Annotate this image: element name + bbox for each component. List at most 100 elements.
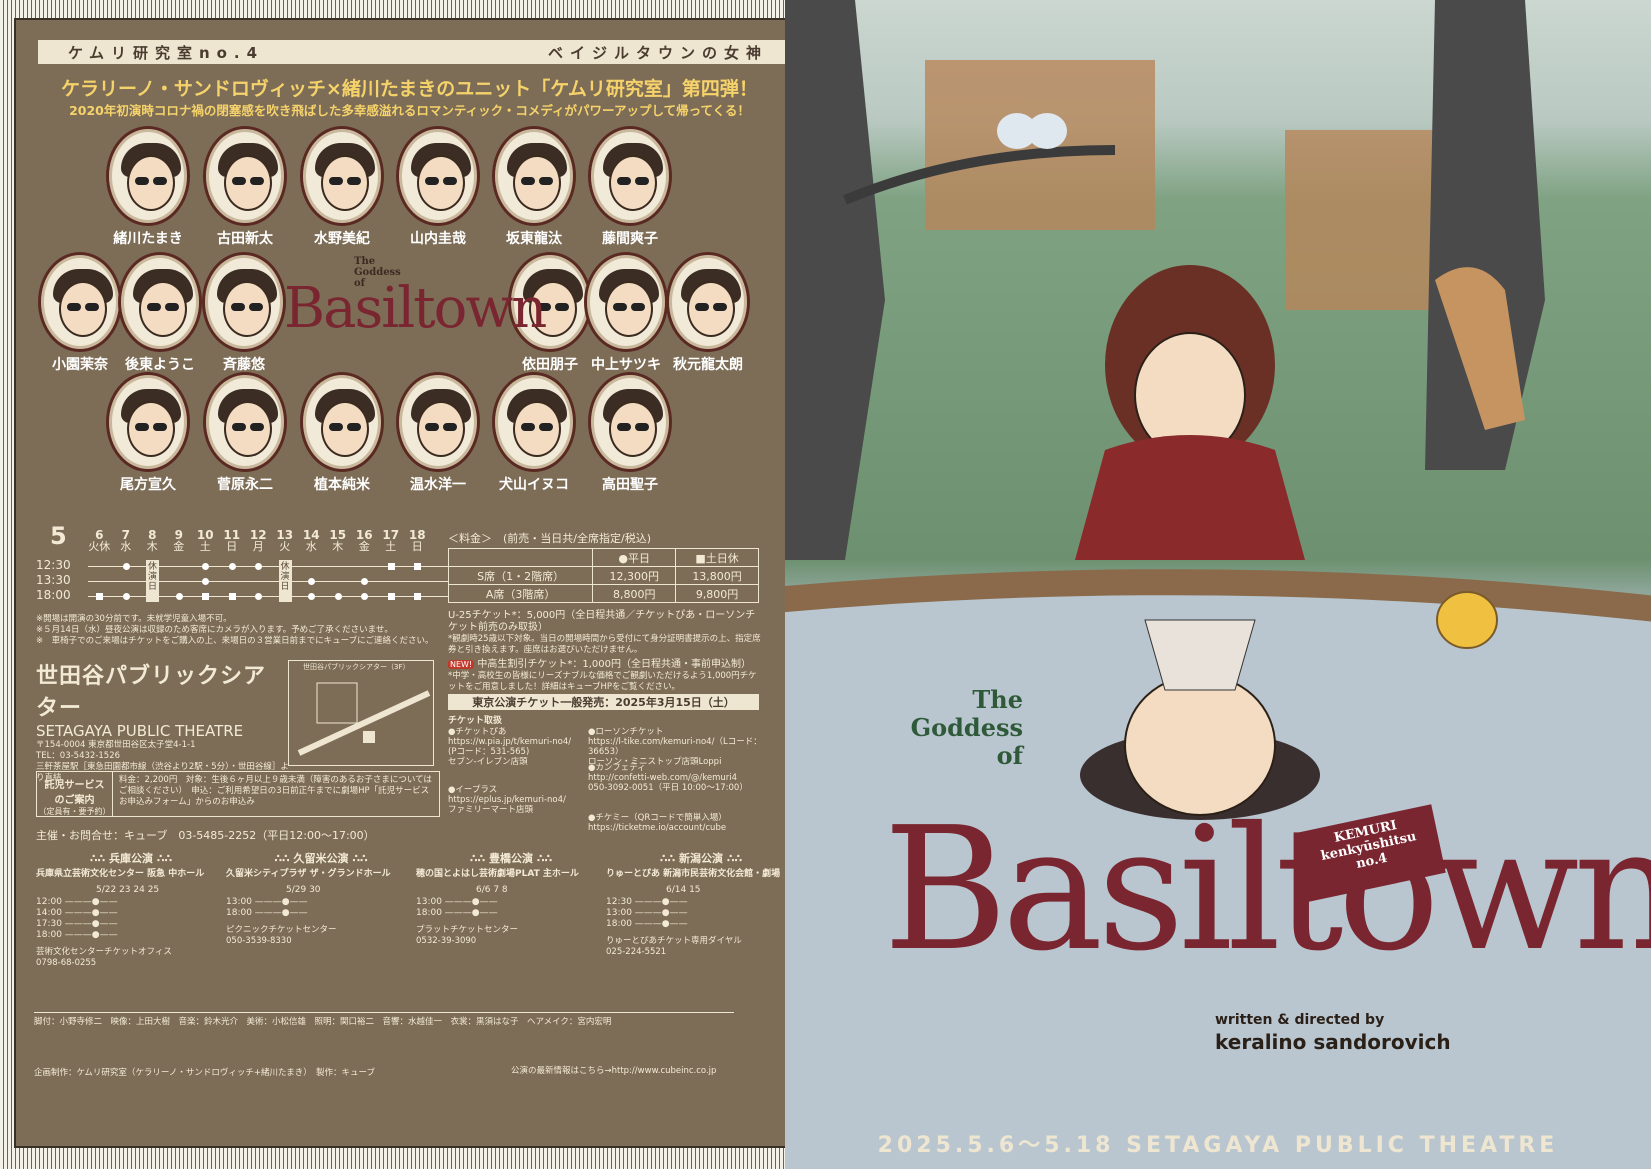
tour-dates: 6/14 15 <box>666 885 701 895</box>
performance-mark <box>122 563 130 570</box>
schedule-day: 8木 <box>146 528 158 553</box>
tour-time: 14:00 ———●—— <box>36 908 118 918</box>
cast-portrait: 犬山イヌコ <box>490 372 578 494</box>
rest-day-label: 休演日 <box>278 560 292 602</box>
portrait-illustration <box>396 372 480 472</box>
tour-contact: 芸術文化センターチケットオフィス 0798-68-0255 <box>36 947 172 968</box>
ticket-outlet[interactable]: ●イープラス https://eplus.jp/kemuri-no4/ ファミリ… <box>448 785 586 815</box>
performance-mark <box>202 563 209 570</box>
tour-venue: りゅーとぴあ 新潟市民芸術文化会館・劇場 <box>606 869 781 879</box>
ticket-outlet[interactable]: ●カンフェティ http://confetti-web.com/@/kemuri… <box>588 763 764 793</box>
cast-portrait: 中上サツキ <box>582 252 670 374</box>
ticket-outlet[interactable]: ●チケットぴあ https://w.pia.jp/t/kemuri-no4/ (… <box>448 727 586 767</box>
poster-art: The Goddess of Basiltown KEMURI kenkyūsh… <box>785 0 1651 1169</box>
student-note: *中学・高校生の皆様にリーズナブルな価格でご観劇いただけるよう1,000円チケッ… <box>448 671 757 692</box>
portrait-illustration <box>492 372 576 472</box>
portrait-illustration <box>203 126 287 226</box>
schedule: 5 6 火休 7 水 8 木 9 金 10 土 11 日 12 月 13 火 14 水 15 木 16 金 17 土 18 日 1… <box>36 522 448 610</box>
schedule-days: 6 火休 7 水 8 木 9 金 10 土 11 日 12 月 13 火 14 水 15 木 16 金 17 土 18 日 <box>86 528 431 553</box>
performance-mark <box>414 593 421 600</box>
schedule-day: 16 金 <box>355 528 373 553</box>
tour-block: ∴∴ 新潟公演 ∴∴ りゅーとぴあ 新潟市民芸術文化会館・劇場 6/14 15 12:… <box>606 850 796 958</box>
ticket-outlet[interactable]: ●チケミー（QRコードで簡単入場） https://ticketme.io/ac… <box>588 813 764 833</box>
tickets-title: チケット取扱 <box>448 716 503 726</box>
banner-right: ベイジルタウンの女神 <box>547 43 768 62</box>
ticket-outlet[interactable]: ●ローソンチケット https://l-tike.com/kemuri-no4/… <box>588 727 764 767</box>
performance-mark <box>255 593 262 600</box>
portrait-illustration <box>584 252 668 352</box>
director-name: keralino sandorovich <box>1215 1030 1451 1054</box>
cast-portrait: 古田新太 <box>201 126 289 248</box>
portrait-illustration <box>106 372 190 472</box>
subline: 2020年初演時コロナ禍の閉塞感を吹き飛ばした多幸感溢れるロマンティック・コメデ… <box>69 103 750 118</box>
portrait-illustration <box>588 126 672 226</box>
u25-block: U-25チケット*：5,000円（全日程共通／チケットぴあ・ローソンチケット前売… <box>448 610 764 693</box>
cast-name: 菅原永二 <box>217 477 273 493</box>
performance-mark <box>387 563 395 570</box>
performance-mark <box>175 593 183 600</box>
price-table: ●平日 ■土日休 S席（1・2階席） 12,300円 13,800円 A席（3階席） 8… <box>447 548 759 603</box>
cast-portrait: 温水洋一 <box>394 372 482 494</box>
tour-name: ∴∴ 新潟公演 ∴∴ <box>659 852 743 865</box>
venue-map: 世田谷パブリックシアター（3F） <box>288 660 434 766</box>
tour-block: ∴∴ 豊橋公演 ∴∴ 穂の国とよはし芸術劇場PLAT 主ホール 6/6 7 8 13:… <box>416 850 606 947</box>
cast-portrait: 水野美紀 <box>298 126 386 248</box>
note-line: ※開場は開演の30分前です。未就学児童入場不可。 <box>36 614 232 624</box>
price-col-weekday: ●平日 <box>592 548 677 567</box>
price-row-a: A席（3階席） <box>447 584 594 603</box>
cast-portrait: 山内圭哉 <box>394 126 482 248</box>
cast-name: 中上サツキ <box>591 357 661 373</box>
performance-mark <box>361 593 368 600</box>
cast-portrait: 緒川たまき <box>104 126 192 248</box>
performance-mark <box>387 593 395 600</box>
footer-dates: 2025.5.6～5.18 SETAGAYA PUBLIC THEATRE <box>877 1133 1559 1158</box>
tour-venue: 穂の国とよはし芸術劇場PLAT 主ホール <box>416 869 579 879</box>
cast-name: 犬山イヌコ <box>499 477 569 493</box>
cast-portrait: 植本純米 <box>298 372 386 494</box>
cast-portrait: 斉藤悠 <box>200 252 288 374</box>
tour-time: 17:30 ———●—— <box>36 919 118 929</box>
tour-time: 13:00 ———●—— <box>416 897 498 907</box>
info-panel: ケムリ研究室no.4 ベイジルタウンの女神 ケラリーノ・サンドロヴィッチ×緒川た… <box>14 18 805 1148</box>
forest-illustration <box>785 0 1651 1169</box>
cast-portrait: 坂東龍汰 <box>490 126 578 248</box>
portrait-illustration <box>492 126 576 226</box>
tour-time: 12:30 ———●—— <box>606 897 688 907</box>
portrait-illustration <box>106 126 190 226</box>
tour-name: ∴∴ 久留米公演 ∴∴ <box>274 852 368 865</box>
banner-left: ケムリ研究室no.4 <box>68 43 265 62</box>
schedule-time: 18:00 <box>36 588 71 602</box>
new-badge: NEW! <box>448 660 475 669</box>
portrait-illustration <box>38 252 122 352</box>
tour-dates: 5/29 30 <box>286 885 321 895</box>
tour-time: 18:00 ———●—— <box>36 930 118 940</box>
tour-contact: プラットチケットセンター 0532-39-3090 <box>416 925 519 946</box>
contact: 主催・お問合せ：キューブ 03-5485-2252（平日12:00～17:00） <box>36 829 375 842</box>
title-main: Basiltown <box>883 791 1651 989</box>
performance-mark <box>202 593 209 600</box>
price-col-weekend: ■土日休 <box>675 548 759 567</box>
schedule-line <box>88 581 448 582</box>
performance-mark <box>228 593 236 600</box>
cast-portrait: 後東ようこ <box>116 252 204 374</box>
cast-name: 尾方宣久 <box>120 477 176 493</box>
tour-venue: 久留米シティプラザ ザ・グランドホール <box>226 869 391 879</box>
performance-mark <box>361 578 368 585</box>
staff-line: 脚付：小野寺修二 映像：上田大樹 音楽：鈴木光介 美術：小松信雄 照明：関口裕二… <box>34 1017 612 1027</box>
ticket-outlets: チケット取扱 ●チケットぴあ https://w.pia.jp/t/kemuri… <box>448 716 764 847</box>
schedule-day: 10 土 <box>196 528 214 553</box>
performance-mark <box>308 578 315 585</box>
tour-time: 13:00 ———●—— <box>606 908 688 918</box>
tour-contact: ピクニックチケットセンター 050-3539-8330 <box>226 925 337 946</box>
u25-note: *観劇時25歳以下対象。当日の開場時間から受付にて身分証明書提示の上、指定席券と… <box>448 634 761 655</box>
child-service: 託児サービス のご案内 （定員有・要予約） 料金：2,200円 対象：生後６ヶ月以… <box>36 771 440 817</box>
cast-name: 依田朋子 <box>522 357 578 373</box>
cast-name: 水野美紀 <box>314 231 370 247</box>
cast-name: 温水洋一 <box>410 477 466 493</box>
performance-mark <box>228 563 236 570</box>
notes: ※開場は開演の30分前です。未就学児童入場不可。 ※５月14日（水）昼夜公演は収録… <box>36 614 436 647</box>
tour-name: ∴∴ 豊橋公演 ∴∴ <box>469 852 553 865</box>
schedule-day: 9金 <box>173 528 185 553</box>
tour-time: 18:00 ———●—— <box>416 908 498 918</box>
cast-name: 斉藤悠 <box>223 357 265 373</box>
